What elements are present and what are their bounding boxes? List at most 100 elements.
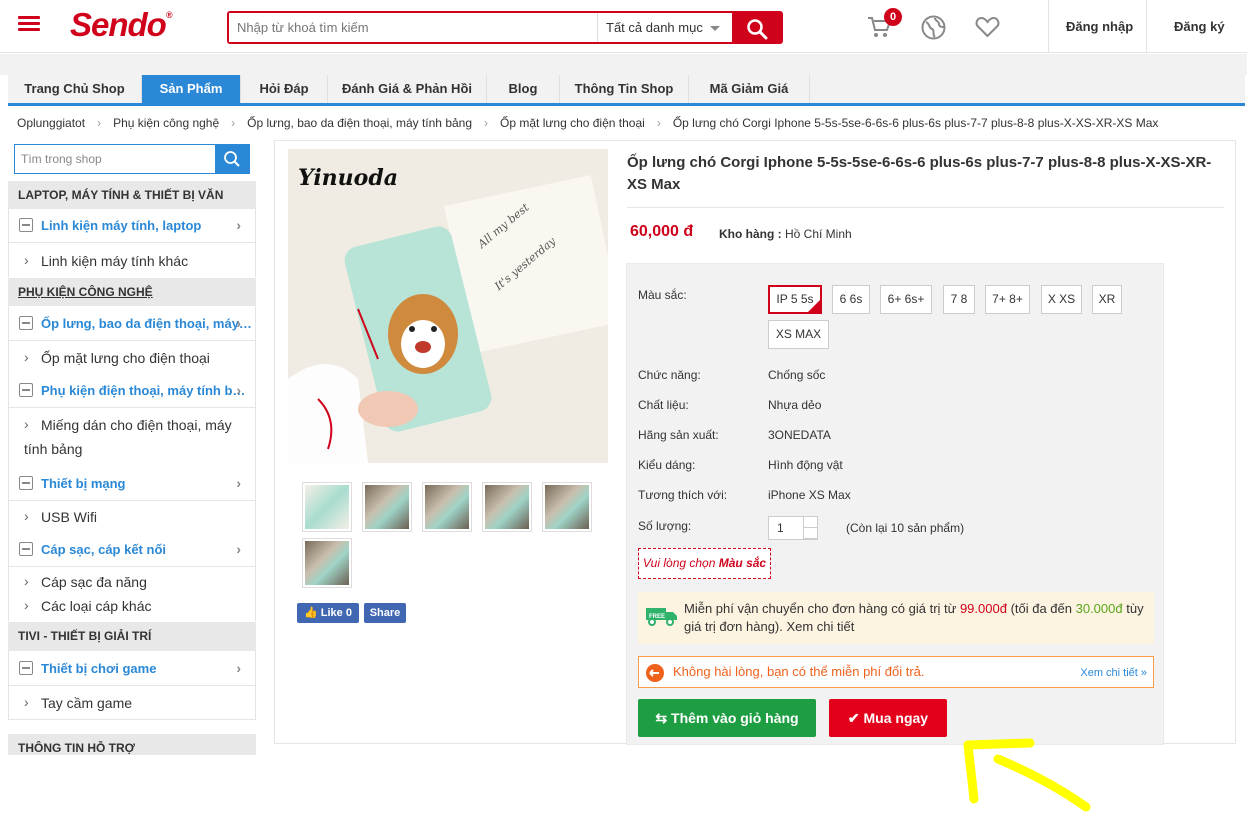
collapse-icon[interactable]: [19, 542, 33, 556]
chevron-right-icon: ›: [24, 252, 29, 268]
product-photo: All my best It's yesterday: [288, 149, 608, 463]
sidebar-item-multi-chargers[interactable]: › Cáp sạc đa năng › Các loại cáp khác: [8, 566, 256, 621]
login-link[interactable]: Đăng nhập: [1066, 19, 1133, 34]
heart-icon[interactable]: [975, 15, 1000, 39]
breadcrumb-item[interactable]: Phụ kiện công nghệ: [113, 116, 219, 130]
add-to-cart-button[interactable]: ⇆ Thêm vào giỏ hàng: [638, 699, 816, 737]
color-option[interactable]: 7+ 8+: [985, 285, 1030, 314]
sidebar-item-back-cases[interactable]: › Ốp mặt lưng cho điện thoại: [8, 340, 256, 373]
collapse-icon[interactable]: [19, 383, 33, 397]
stepper-arrows[interactable]: [803, 517, 817, 539]
sidebar-item-other-parts[interactable]: › Linh kiện máy tính khác: [8, 242, 256, 277]
breadcrumb-item[interactable]: Ốp mặt lưng cho điện thoại: [500, 116, 645, 130]
color-option[interactable]: 7 8: [943, 285, 975, 314]
sidebar-item-cables[interactable]: Cáp sạc, cáp kết nối ›: [8, 533, 256, 566]
facebook-like-button[interactable]: 👍 Like 0: [297, 603, 359, 623]
increment-icon[interactable]: [804, 517, 817, 528]
decrement-icon[interactable]: [804, 528, 817, 539]
product-panel: All my best It's yesterday Yinuoda 👍 Lik…: [274, 140, 1236, 745]
register-link[interactable]: Đăng ký: [1174, 19, 1225, 34]
thumbnail[interactable]: [302, 538, 352, 588]
thumbnail[interactable]: [302, 482, 352, 532]
menu-icon[interactable]: [18, 13, 40, 35]
sidebar-item-gaming[interactable]: Thiết bị chơi game ›: [8, 651, 256, 685]
search-button[interactable]: [732, 13, 781, 42]
sidebar-item-phone-cases[interactable]: Ốp lưng, bao da điện thoại, máy… ›: [8, 306, 256, 340]
thumbnail[interactable]: [482, 482, 532, 532]
breadcrumb: Oplunggiatot › Phụ kiện công nghệ › Ốp lưn…: [8, 108, 1245, 138]
thumbnail[interactable]: [422, 482, 472, 532]
globe-icon[interactable]: [921, 15, 946, 40]
attr-value: 3ONEDATA: [768, 428, 831, 442]
sidebar-item-computer-parts[interactable]: Linh kiện máy tính, laptop ›: [8, 209, 256, 242]
sidebar-item-network[interactable]: Thiết bị mạng ›: [8, 467, 256, 500]
color-option[interactable]: X XS: [1041, 285, 1082, 314]
chevron-right-icon: ›: [236, 660, 241, 676]
quantity-stepper[interactable]: 1: [768, 516, 818, 540]
category-group-title: THÔNG TIN HỖ TRỢ: [8, 734, 256, 755]
breadcrumb-separator: ›: [656, 116, 661, 130]
tab-shop-home[interactable]: Trang Chủ Shop: [8, 75, 142, 103]
chevron-right-icon: ›: [236, 541, 241, 557]
sendo-logo[interactable]: Sendo®: [70, 6, 172, 44]
sidebar-item-usb-wifi[interactable]: › USB Wifi: [8, 500, 256, 533]
color-option[interactable]: 6 6s: [832, 285, 870, 314]
shop-search-input[interactable]: Tìm trong shop: [15, 145, 215, 173]
collapse-icon[interactable]: [19, 661, 33, 675]
breadcrumb-item[interactable]: Ốp lưng, bao da điện thoại, máy tính bản…: [247, 116, 472, 130]
collapse-icon[interactable]: [19, 316, 33, 330]
product-price: 60,000 đ: [630, 223, 694, 240]
search-icon: [747, 19, 768, 40]
search-input[interactable]: [229, 13, 597, 42]
tab-blog[interactable]: Blog: [487, 75, 560, 103]
collapse-icon[interactable]: [19, 476, 33, 490]
breadcrumb-item[interactable]: Oplunggiatot: [17, 116, 85, 130]
thumbnail[interactable]: [542, 482, 592, 532]
attr-value: Hình động vật: [768, 458, 843, 472]
color-option[interactable]: 6+ 6s+: [880, 285, 932, 314]
return-icon: [646, 664, 664, 682]
chevron-right-icon: ›: [24, 508, 29, 524]
cart-count-badge: 0: [884, 8, 902, 26]
tab-products[interactable]: Sản Phẩm: [142, 75, 241, 103]
buy-now-button[interactable]: ✔ Mua ngay: [829, 699, 947, 737]
color-label: Màu sắc:: [638, 288, 687, 302]
brand-watermark: Yinuoda: [298, 165, 398, 191]
chevron-right-icon: ›: [236, 475, 241, 491]
chevron-right-icon: ›: [24, 573, 29, 589]
breadcrumb-separator: ›: [231, 116, 236, 130]
annotation-arrow: [963, 738, 1091, 812]
chevron-right-icon: ›: [24, 694, 29, 710]
product-image[interactable]: All my best It's yesterday Yinuoda: [288, 149, 608, 463]
search-icon: [224, 151, 240, 167]
sidebar-item-gamepads[interactable]: › Tay cầm game: [8, 685, 256, 720]
color-option[interactable]: IP 5 5s: [768, 285, 822, 314]
free-return-notice: Không hài lòng, bạn có thể miễn phí đổi …: [638, 656, 1154, 688]
quantity-label: Số lượng:: [638, 519, 692, 533]
free-shipping-badge: FREE: [649, 614, 666, 620]
category-select[interactable]: Tất cả danh mục: [597, 13, 732, 42]
add-cart-icon: ⇆: [655, 710, 668, 726]
chevron-right-icon: ›: [236, 217, 241, 233]
thumbnail[interactable]: [362, 482, 412, 532]
return-details-link[interactable]: Xem chi tiết »: [1080, 667, 1147, 679]
tab-coupons[interactable]: Mã Giảm Giá: [689, 75, 810, 103]
color-option[interactable]: XS MAX: [768, 320, 829, 349]
tab-shop-info[interactable]: Thông Tin Shop: [560, 75, 689, 103]
tab-reviews[interactable]: Đánh Giá & Phản Hồi: [328, 75, 487, 103]
shop-search-button[interactable]: [215, 145, 249, 173]
sidebar-item-phone-accessories[interactable]: Phụ kiện điện thoại, máy tính b… ›: [8, 373, 256, 407]
divider: [627, 207, 1224, 208]
sidebar-item-screen-protectors[interactable]: › Miếng dán cho điện thoại, máy tính bản…: [8, 407, 256, 467]
shop-nav: Trang Chủ Shop Sản Phẩm Hỏi Đáp Đánh Giá…: [8, 75, 1245, 106]
tab-qa[interactable]: Hỏi Đáp: [241, 75, 328, 103]
breadcrumb-current: Ốp lưng chó Corgi Iphone 5-5s-5se-6-6s-6…: [672, 116, 1159, 130]
header-divider: [1146, 0, 1147, 53]
attr-label: Chất liệu:: [638, 398, 689, 412]
product-title: Ốp lưng chó Corgi Iphone 5-5s-5se-6-6s-6…: [627, 154, 1212, 193]
collapse-icon[interactable]: [19, 218, 33, 232]
color-option[interactable]: XR: [1092, 285, 1122, 314]
header-gap: [0, 54, 1247, 75]
quantity-value[interactable]: 1: [777, 521, 784, 535]
facebook-share-button[interactable]: Share: [364, 603, 406, 623]
